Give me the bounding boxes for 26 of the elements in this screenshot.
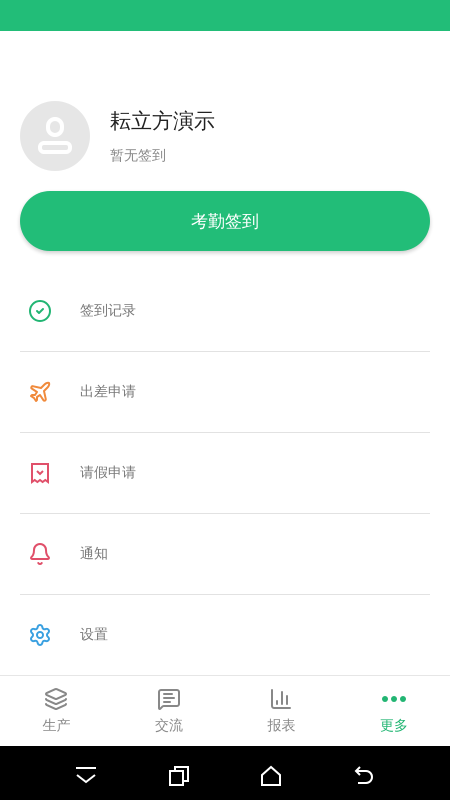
receipt-icon: [28, 461, 52, 485]
checkin-status: 暂无签到: [110, 147, 167, 165]
settings-icon: [28, 623, 52, 647]
tab[interactable]: 交流: [112, 676, 225, 746]
check-circle-icon: [28, 299, 52, 323]
layers-icon: [44, 687, 68, 711]
tab[interactable]: 报表: [225, 676, 338, 746]
user-name: 耘立方演示: [110, 108, 215, 135]
tab[interactable]: 生产: [0, 676, 112, 746]
menu-item[interactable]: 请假申请: [20, 433, 430, 514]
tab[interactable]: 更多: [338, 676, 450, 746]
bell-icon: [28, 542, 52, 566]
home-button[interactable]: [260, 765, 282, 787]
menu-item[interactable]: 出差申请: [20, 352, 430, 433]
menu-item[interactable]: 设置: [20, 595, 430, 675]
plane-icon: [28, 380, 52, 404]
menu-item[interactable]: 通知: [20, 514, 430, 595]
back-button[interactable]: [352, 765, 376, 787]
chat-icon: [156, 687, 181, 711]
bar-chart-icon: [269, 687, 294, 711]
more-icon: [382, 696, 406, 702]
checkin-button[interactable]: 考勤签到: [20, 191, 430, 251]
menu-item[interactable]: 签到记录: [20, 271, 430, 352]
collapse-button[interactable]: [74, 766, 98, 786]
recent-apps-button[interactable]: [168, 765, 190, 787]
user-icon: [37, 117, 73, 155]
